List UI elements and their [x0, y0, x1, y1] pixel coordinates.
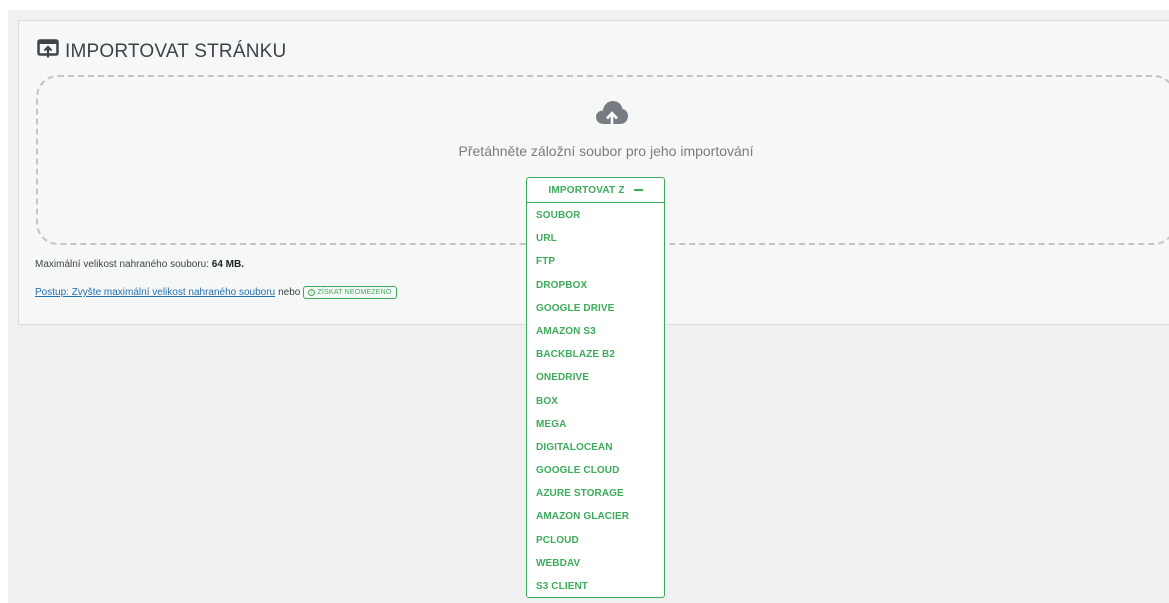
minus-icon — [633, 189, 643, 191]
menu-item-digitalocean[interactable]: DIGITALOCEAN — [527, 436, 664, 459]
cloud-upload-icon — [595, 99, 629, 134]
menu-item-dropbox[interactable]: DROPBOX — [527, 274, 664, 297]
page-title: IMPORTOVAT STRÁNKU — [37, 39, 286, 65]
get-unlimited-label: ZÍSKAT NEOMEZENO — [317, 289, 392, 296]
left-strip — [0, 0, 8, 603]
max-upload-size: Maximální velikost nahraného souboru: 64… — [35, 259, 244, 270]
menu-item-amazon-glacier[interactable]: AMAZON GLACIER — [527, 505, 664, 528]
import-from-label: IMPORTOVAT Z — [548, 184, 625, 196]
menu-item-amazon-s3[interactable]: AMAZON S3 — [527, 320, 664, 343]
import-screen-icon — [37, 39, 65, 65]
menu-item-google-drive[interactable]: GOOGLE DRIVE — [527, 297, 664, 320]
or-text: nebo — [278, 287, 301, 298]
menu-item-box[interactable]: BOX — [527, 390, 664, 413]
howto-row: Postup: Zvyšte maximální velikost nahran… — [35, 286, 397, 299]
max-size-value: 64 MB. — [211, 259, 244, 270]
menu-item-ftp[interactable]: FTP — [527, 250, 664, 273]
max-size-label: Maximální velikost nahraného souboru: — [35, 259, 209, 270]
info-icon: ! — [308, 289, 316, 296]
menu-item-webdav[interactable]: WEBDAV — [527, 552, 664, 575]
top-strip — [0, 0, 1169, 10]
menu-item-azure-storage[interactable]: AZURE STORAGE — [527, 482, 664, 505]
menu-item-soubor[interactable]: SOUBOR — [527, 204, 664, 227]
menu-item-backblaze-b2[interactable]: BACKBLAZE B2 — [527, 343, 664, 366]
menu-item-onedrive[interactable]: ONEDRIVE — [527, 366, 664, 389]
import-from-dropdown: IMPORTOVAT Z SOUBOR URL FTP DROPBOX GOOG… — [526, 177, 665, 598]
import-source-list: SOUBOR URL FTP DROPBOX GOOGLE DRIVE AMAZ… — [527, 203, 664, 598]
menu-item-pcloud[interactable]: PCLOUD — [527, 529, 664, 552]
menu-item-url[interactable]: URL — [527, 227, 664, 250]
drop-instruction: Přetáhněte záložní soubor pro jeho impor… — [458, 143, 754, 159]
page-title-text: IMPORTOVAT STRÁNKU — [65, 41, 287, 62]
menu-item-mega[interactable]: MEGA — [527, 413, 664, 436]
get-unlimited-button[interactable]: ! ZÍSKAT NEOMEZENO — [303, 286, 397, 299]
menu-item-google-cloud[interactable]: GOOGLE CLOUD — [527, 459, 664, 482]
increase-size-link[interactable]: Postup: Zvyšte maximální velikost nahran… — [35, 287, 275, 298]
import-from-button[interactable]: IMPORTOVAT Z — [527, 178, 664, 203]
menu-item-s3-client[interactable]: S3 CLIENT — [527, 575, 664, 598]
